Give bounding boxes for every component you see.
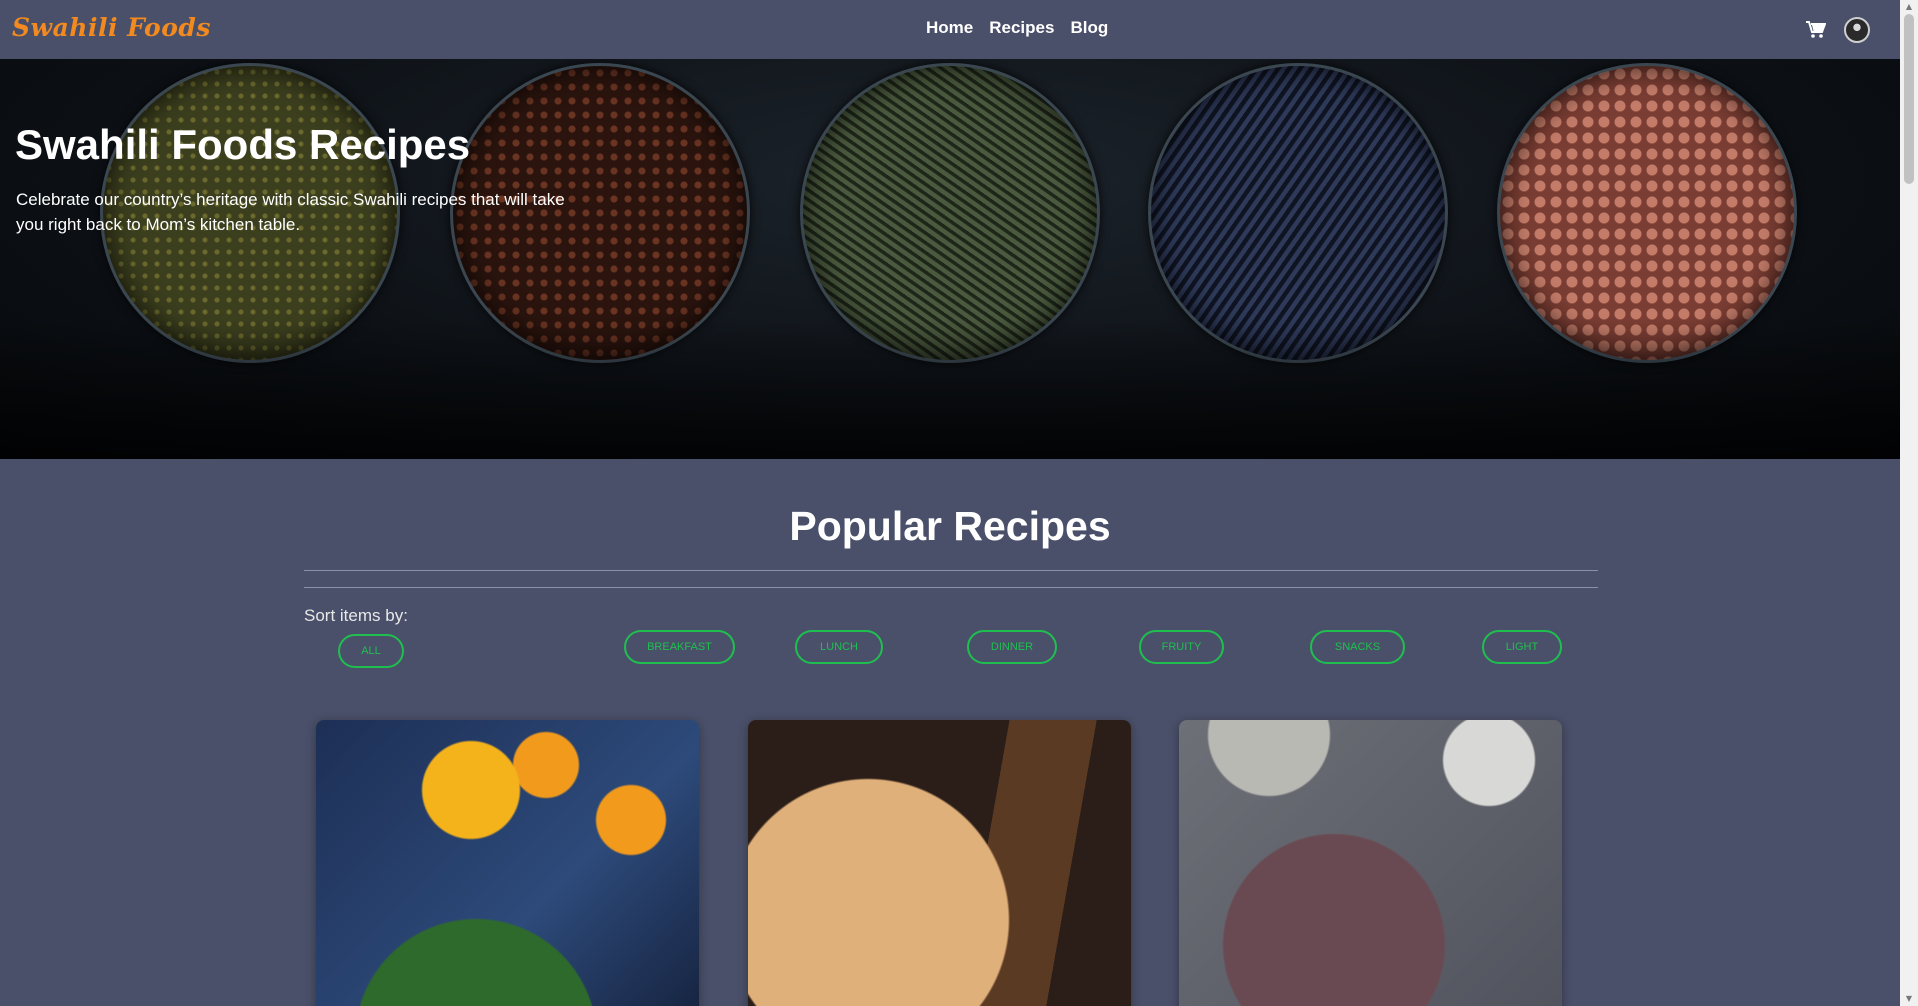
top-navbar: Swahili Foods Home Recipes Blog — [0, 0, 1900, 59]
scroll-down-arrow-icon[interactable]: ▼ — [1904, 994, 1914, 1004]
popular-recipes-title: Popular Recipes — [789, 503, 1111, 549]
nav-home-link[interactable]: Home — [926, 18, 973, 38]
user-avatar[interactable] — [1844, 17, 1870, 43]
divider — [304, 587, 1598, 588]
brand-logo[interactable]: Swahili Foods — [12, 13, 211, 42]
filter-breakfast-button[interactable]: BREAKFAST — [624, 630, 735, 664]
filter-lunch-button[interactable]: LUNCH — [795, 630, 883, 664]
divider — [304, 570, 1598, 571]
filter-light-button[interactable]: LIGHT — [1482, 630, 1562, 664]
recipe-card-breakfast-image[interactable] — [316, 720, 699, 1006]
recipe-card-platter-image[interactable] — [1179, 720, 1562, 1006]
filter-snacks-button[interactable]: SNACKS — [1310, 630, 1405, 664]
hero-shade — [0, 319, 1900, 459]
nav-right-actions — [1806, 17, 1870, 43]
sort-label: Sort items by: — [304, 606, 408, 625]
spice-bowl-image — [1497, 63, 1797, 363]
hero-title: Swahili Foods Recipes — [15, 121, 471, 168]
nav-links: Home Recipes Blog — [926, 18, 1108, 38]
nav-recipes-link[interactable]: Recipes — [989, 18, 1054, 38]
spice-bowl-image — [800, 63, 1100, 363]
scroll-up-arrow-icon[interactable]: ▲ — [1904, 2, 1914, 12]
hero-description: Celebrate our country’s heritage with cl… — [16, 190, 565, 234]
hero-banner: Swahili Foods Recipes Celebrate our coun… — [0, 59, 1900, 459]
filter-all-button[interactable]: ALL — [338, 634, 404, 668]
filter-fruity-button[interactable]: FRUITY — [1139, 630, 1224, 664]
vertical-scrollbar[interactable]: ▲ ▼ — [1900, 0, 1918, 1006]
shopping-cart-icon[interactable] — [1806, 21, 1826, 39]
spice-bowl-image — [1148, 63, 1448, 363]
scrollbar-thumb[interactable] — [1904, 14, 1914, 184]
nav-blog-link[interactable]: Blog — [1070, 18, 1108, 38]
filter-dinner-button[interactable]: DINNER — [967, 630, 1057, 664]
recipe-card-pizza-image[interactable] — [748, 720, 1131, 1006]
